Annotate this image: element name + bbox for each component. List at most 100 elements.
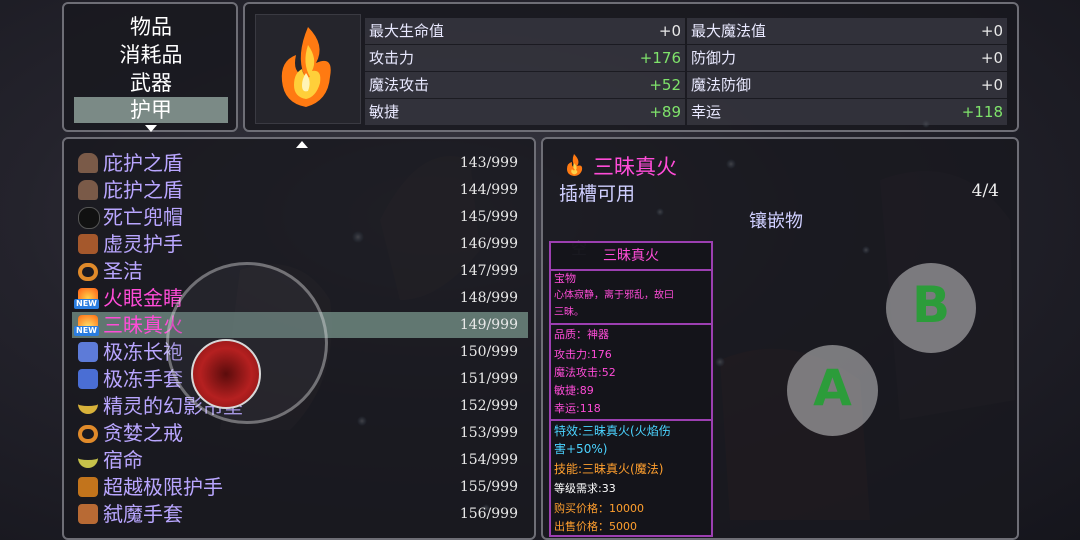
list-item[interactable]: 圣洁 147/999 xyxy=(72,258,528,284)
tooltip-skill: 技能:三昧真火(魔法) xyxy=(554,462,664,476)
tooltip-effect-line: 特效:三昧真火(火焰伤 xyxy=(554,424,671,438)
stat-label: 防御力 xyxy=(691,49,737,67)
scroll-up-arrow-icon[interactable] xyxy=(296,141,308,148)
item-quantity: 154/999 xyxy=(459,452,518,468)
stat-label: 幸运 xyxy=(691,103,722,121)
pendant-icon xyxy=(78,450,98,468)
stat-row-agility: 敏捷 +89 xyxy=(365,99,685,125)
list-item[interactable]: 弑魔手套 156/999 xyxy=(72,501,528,527)
tooltip-attack: 攻击力:176 xyxy=(554,348,612,361)
joystick-knob[interactable] xyxy=(191,339,261,409)
item-name: 死亡兜帽 xyxy=(103,205,183,229)
category-item-weapons[interactable]: 武器 xyxy=(74,70,228,96)
stat-row-max-hp: 最大生命值 +0 xyxy=(365,18,685,44)
tooltip-effect-line: 害+50%) xyxy=(554,442,608,456)
category-panel: 物品 消耗品 武器 护甲 xyxy=(62,2,238,132)
stat-label: 最大魔法值 xyxy=(691,22,767,40)
ring-icon xyxy=(78,425,98,443)
stat-value: +176 xyxy=(639,49,681,67)
stats-panel: 最大生命值 +0 最大魔法值 +0 攻击力 +176 防御力 +0 魔法攻击 +… xyxy=(243,2,1019,132)
tooltip-title: 三昧真火 xyxy=(551,243,711,271)
stat-label: 魔法攻击 xyxy=(369,76,430,94)
tooltip-sell-price: 出售价格：5000 xyxy=(554,520,637,533)
item-quantity: 153/999 xyxy=(459,425,518,441)
stat-label: 魔法防御 xyxy=(691,76,752,94)
b-button-label: B xyxy=(911,276,951,334)
shield-icon xyxy=(78,153,98,173)
tooltip-desc-line: 心体寂静，离于邪乱，故曰 xyxy=(554,290,674,301)
item-name: 庇护之盾 xyxy=(103,178,183,202)
item-quantity: 156/999 xyxy=(459,506,518,522)
slot-status: 插槽可用 xyxy=(559,183,636,205)
tooltip-magic-attack: 魔法攻击:52 xyxy=(554,366,616,379)
list-item[interactable]: 庇护之盾 144/999 xyxy=(72,177,528,203)
hood-icon xyxy=(78,207,100,229)
item-name: 圣洁 xyxy=(103,259,143,283)
gauntlet-icon xyxy=(78,477,98,497)
item-name: 弑魔手套 xyxy=(103,502,183,526)
b-button[interactable]: B xyxy=(886,263,976,353)
stat-row-magic-attack: 魔法攻击 +52 xyxy=(365,72,685,98)
stat-row-defense: 防御力 +0 xyxy=(687,45,1007,71)
list-item[interactable]: 超越极限护手 155/999 xyxy=(72,474,528,500)
category-item-consumables[interactable]: 消耗品 xyxy=(74,42,228,68)
a-button-label: A xyxy=(813,359,852,417)
selected-item-preview xyxy=(255,14,361,124)
category-item-items[interactable]: 物品 xyxy=(74,14,228,40)
stat-value: +52 xyxy=(649,76,681,94)
item-name: 虚灵护手 xyxy=(103,232,183,256)
item-name: 宿命 xyxy=(103,448,143,472)
tooltip-level-req: 等级需求:33 xyxy=(554,482,616,495)
list-item[interactable]: 虚灵护手 146/999 xyxy=(72,231,528,257)
robe-icon xyxy=(78,342,98,362)
item-quantity: 148/999 xyxy=(459,290,518,306)
list-item[interactable]: 贪婪之戒 153/999 xyxy=(72,420,528,446)
stat-value: +89 xyxy=(649,103,681,121)
list-item[interactable]: 宿命 154/999 xyxy=(72,447,528,473)
tooltip-divider xyxy=(551,323,711,325)
item-name: 超越极限护手 xyxy=(103,475,223,499)
pendant-icon xyxy=(78,396,98,414)
stat-label: 敏捷 xyxy=(369,103,400,121)
shield-icon xyxy=(78,180,98,200)
new-badge: NEW xyxy=(74,299,99,309)
item-quantity: 155/999 xyxy=(459,479,518,495)
a-button[interactable]: A xyxy=(787,345,878,436)
ring-icon xyxy=(78,263,98,281)
list-item[interactable]: 庇护之盾 143/999 xyxy=(72,150,528,176)
item-name: 火眼金睛 xyxy=(103,286,183,310)
tooltip-quality: 品质：神器 xyxy=(554,328,609,341)
stat-row-max-mp: 最大魔法值 +0 xyxy=(687,18,1007,44)
list-item[interactable]: 死亡兜帽 145/999 xyxy=(72,204,528,230)
gauntlet-icon xyxy=(78,234,98,254)
stat-value: +0 xyxy=(980,76,1003,94)
stat-row-magic-defense: 魔法防御 +0 xyxy=(687,72,1007,98)
item-quantity: 152/999 xyxy=(459,398,518,414)
detail-title: 三昧真火 xyxy=(593,155,677,179)
item-tooltip: 三昧真火 宝物 心体寂静，离于邪乱，故曰 三昧。 品质：神器 攻击力:176 魔… xyxy=(549,241,713,537)
stat-row-attack: 攻击力 +176 xyxy=(365,45,685,71)
embed-label[interactable]: 镶嵌物 xyxy=(749,207,803,233)
glove-icon xyxy=(78,369,98,389)
stat-row-luck: 幸运 +118 xyxy=(687,99,1007,125)
tooltip-luck: 幸运:118 xyxy=(554,402,601,415)
stat-label: 最大生命值 xyxy=(369,22,445,40)
item-quantity: 145/999 xyxy=(459,209,518,225)
flame-icon xyxy=(567,154,583,176)
stat-value: +0 xyxy=(980,22,1003,40)
item-quantity: 151/999 xyxy=(459,371,518,387)
stat-label: 攻击力 xyxy=(369,49,415,67)
tooltip-agility: 敏捷:89 xyxy=(554,384,594,397)
item-quantity: 143/999 xyxy=(459,155,518,171)
slot-count: 4/4 xyxy=(971,181,999,201)
scroll-down-arrow-icon[interactable] xyxy=(145,125,157,132)
item-quantity: 149/999 xyxy=(459,317,518,333)
stat-value: +0 xyxy=(658,22,681,40)
tooltip-buy-price: 购买价格：10000 xyxy=(554,502,644,515)
item-name: 贪婪之戒 xyxy=(103,421,183,445)
category-item-armor[interactable]: 护甲 xyxy=(74,97,228,123)
item-name: 庇护之盾 xyxy=(103,151,183,175)
item-quantity: 144/999 xyxy=(459,182,518,198)
item-quantity: 146/999 xyxy=(459,236,518,252)
stat-value: +0 xyxy=(980,49,1003,67)
